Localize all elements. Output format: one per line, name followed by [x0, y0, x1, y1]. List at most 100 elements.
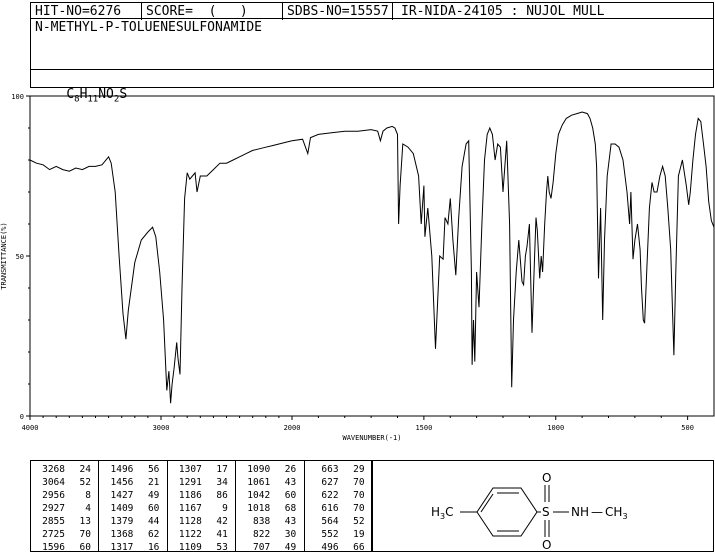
ir-spectrum-chart: 4000 3000 2000 1500 1000 500 100500 WAVENUMBE… [0, 93, 715, 442]
peak-row: 3064 52 [31, 476, 98, 489]
peak-transmittance: 60 [79, 542, 91, 553]
peak-row: 1018 68 [236, 502, 303, 515]
peak-wavenumber: 2725 [42, 529, 65, 540]
peak-transmittance: 42 [216, 516, 228, 527]
peak-wavenumber: 1018 [247, 503, 271, 514]
peak-row: 2855 13 [31, 515, 98, 528]
peak-row: 1061 43 [236, 476, 303, 489]
y-axis-label: TRANSMITTANCE(%) [0, 222, 8, 289]
peak-transmittance: 52 [353, 516, 365, 527]
transmittance-series-line [29, 111, 715, 404]
peak-wavenumber: 663 [321, 464, 339, 475]
peak-transmittance: 49 [284, 542, 297, 553]
peak-wavenumber: 1061 [247, 477, 271, 488]
peak-transmittance: 8 [85, 490, 91, 501]
oxygen-bottom-label: O [542, 538, 551, 551]
peak-row: 627 70 [305, 476, 373, 489]
peak-wavenumber: 1496 [110, 464, 134, 475]
peak-row: 1291 34 [168, 476, 235, 489]
peak-wavenumber: 627 [321, 477, 339, 488]
x-tick-label: 2000 [284, 424, 301, 432]
peak-transmittance: 17 [216, 464, 228, 475]
peak-row: 707 49 [236, 541, 303, 554]
peak-wavenumber: 1042 [247, 490, 271, 501]
y-tick-label: 50 [16, 253, 24, 261]
peak-transmittance: 26 [284, 464, 297, 475]
peak-transmittance: 34 [216, 477, 228, 488]
peak-wavenumber: 1456 [110, 477, 134, 488]
peak-wavenumber: 1307 [178, 464, 202, 475]
peak-transmittance: 49 [147, 490, 160, 501]
peak-transmittance: 21 [147, 477, 160, 488]
peak-row: 1090 26 [236, 463, 303, 476]
peak-wavenumber: 2956 [42, 490, 65, 501]
structure-box: H3C S O O NH — CH3 [372, 460, 714, 552]
peak-wavenumber: 2855 [42, 516, 65, 527]
peak-table: 3268 24 3064 52 2956 8 2927 4 2855 13 2725 70 1596 60… [30, 460, 373, 554]
benzene-ring [476, 487, 538, 537]
peak-wavenumber: 1317 [110, 542, 134, 553]
peak-column: 663 29 627 70 622 70 616 70 564 52 552 19 496 66 [305, 461, 373, 553]
peak-row: 1456 21 [99, 476, 166, 489]
peak-transmittance: 24 [79, 464, 91, 475]
peak-wavenumber: 622 [321, 490, 339, 501]
peak-row: 1379 44 [99, 515, 166, 528]
methyl-left-label: H3C [431, 505, 454, 521]
peak-row: 2725 70 [31, 528, 98, 541]
nhch3-label: NH — CH3 [571, 505, 628, 521]
peak-row: 1122 41 [168, 528, 235, 541]
peak-transmittance: 13 [79, 516, 91, 527]
peak-transmittance: 56 [147, 464, 160, 475]
peak-transmittance: 62 [147, 529, 160, 540]
peak-wavenumber: 707 [253, 542, 271, 553]
oxygen-top-label: O [542, 471, 551, 485]
peak-transmittance: 19 [353, 529, 365, 540]
x-axis-label: WAVENUMBER(-1) [342, 434, 401, 442]
x-tick-label: 1500 [415, 424, 432, 432]
peak-wavenumber: 838 [253, 516, 271, 527]
peak-wavenumber: 1409 [110, 503, 134, 514]
peak-wavenumber: 1379 [110, 516, 134, 527]
peak-transmittance: 68 [284, 503, 297, 514]
peak-wavenumber: 822 [253, 529, 271, 540]
peak-row: 1317 16 [99, 541, 166, 554]
peak-row: 3268 24 [31, 463, 98, 476]
peak-row: 1167 9 [168, 502, 235, 515]
peak-wavenumber: 1167 [178, 503, 202, 514]
peak-wavenumber: 1368 [110, 529, 134, 540]
peak-row: 1042 60 [236, 489, 303, 502]
peak-transmittance: 9 [222, 503, 228, 514]
peak-wavenumber: 1122 [178, 529, 202, 540]
peak-column: 1090 26 1061 43 1042 60 1018 68 838 43 822 30 707 49 [236, 461, 305, 554]
x-tick-label: 4000 [22, 424, 39, 432]
peak-row: 1409 60 [99, 502, 166, 515]
peak-row: 2956 8 [31, 489, 98, 502]
peak-wavenumber: 1186 [178, 490, 202, 501]
peak-wavenumber: 1109 [178, 542, 202, 553]
peak-column: 1307 17 1291 34 1186 86 1167 9 1128 42 1122 41 1109 5… [168, 461, 237, 553]
peak-transmittance: 43 [284, 516, 297, 527]
peak-row: 622 70 [305, 489, 373, 502]
peak-wavenumber: 3268 [42, 464, 65, 475]
peak-row: 1427 49 [99, 489, 166, 502]
structure-diagram: H3C S O O NH — CH3 [431, 471, 628, 551]
peak-row: 2927 4 [31, 502, 98, 515]
peak-wavenumber: 3064 [42, 477, 65, 488]
peak-row: 564 52 [305, 515, 373, 528]
peak-transmittance: 86 [216, 490, 228, 501]
peak-column: 1496 56 1456 21 1427 49 1409 60 1379 44 1368 62 1317… [99, 461, 168, 554]
peak-transmittance: 70 [353, 477, 365, 488]
sulfur-label: S [542, 505, 550, 519]
peak-row: 838 43 [236, 515, 303, 528]
peak-row: 552 19 [305, 528, 373, 541]
peak-wavenumber: 1128 [178, 516, 202, 527]
x-tick-label: 1000 [547, 424, 564, 432]
peak-transmittance: 44 [147, 516, 160, 527]
peak-transmittance: 41 [216, 529, 228, 540]
peak-column: 3268 24 3064 52 2956 8 2927 4 2855 13 2725 70 1596 60 [31, 461, 100, 553]
y-tick-label: 0 [20, 413, 24, 421]
peak-row: 1128 42 [168, 515, 235, 528]
peak-transmittance: 43 [284, 477, 297, 488]
peak-wavenumber: 2927 [42, 503, 65, 514]
peak-row: 1368 62 [99, 528, 166, 541]
